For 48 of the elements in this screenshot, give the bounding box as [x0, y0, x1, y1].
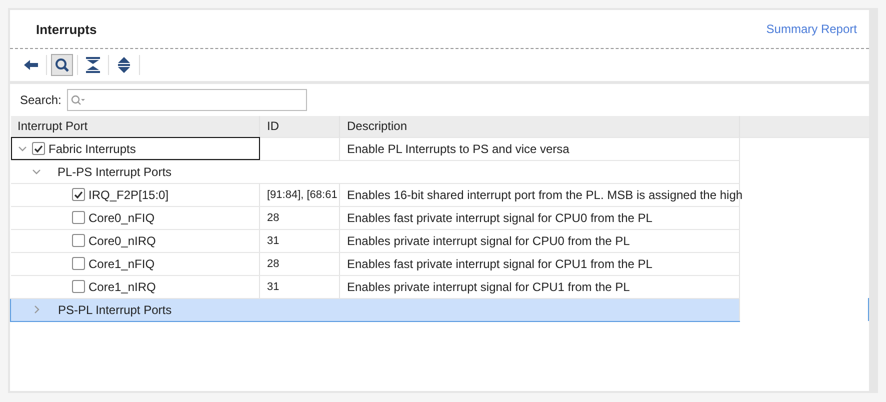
id-cell: [91:84], [68:61 — [260, 183, 340, 206]
tree-row[interactable]: Fabric Interrupts Enable PL Interrupts to PS and vice versa — [10, 137, 868, 160]
chevron-down-icon[interactable] — [32, 168, 41, 174]
search-icon — [55, 58, 69, 72]
checkbox[interactable] — [72, 257, 84, 270]
description-cell: Enables fast private interrupt signal for CPU1 from the PL — [340, 252, 740, 275]
checkbox[interactable] — [72, 234, 84, 247]
id-cell: 28 — [260, 206, 340, 229]
search-toggle-button[interactable] — [51, 54, 73, 76]
expand-all-icon — [118, 57, 130, 73]
column-header[interactable]: Description — [340, 116, 740, 137]
panel-title: Interrupts — [36, 22, 97, 36]
summary-report-link[interactable]: Summary Report — [766, 22, 857, 36]
chevron-right-icon[interactable] — [34, 305, 40, 314]
port-name: IRQ_F2P[15:0] — [88, 188, 169, 202]
description-cell: Enables 16-bit shared interrupt port from the PL. MSB is assigned the high — [340, 183, 740, 206]
collapse-all-icon — [86, 57, 100, 73]
checkbox[interactable] — [72, 280, 84, 293]
checkbox[interactable] — [72, 188, 84, 201]
checkbox[interactable] — [72, 211, 84, 224]
tree-row[interactable]: Core1_nIRQ 31 Enables private interrupt signal for CPU1 from the PL — [10, 275, 868, 298]
checkbox[interactable] — [32, 142, 44, 155]
tree-row[interactable]: Core1_nFIQ 28 Enables fast private interrupt signal for CPU1 from the PL — [10, 252, 868, 275]
column-header[interactable]: Interrupt Port — [10, 116, 260, 137]
chevron-down-icon[interactable] — [18, 146, 27, 152]
port-name: PS-PL Interrupt Ports — [58, 302, 172, 316]
column-header[interactable]: ID — [260, 116, 340, 137]
description-cell: Enables private interrupt signal for CPU0 from the PL — [340, 229, 740, 252]
search-field[interactable] — [67, 89, 308, 111]
search-icon — [71, 95, 86, 105]
port-name: Core0_nFIQ — [88, 210, 155, 224]
port-name: Core0_nIRQ — [88, 234, 156, 248]
id-cell: 31 — [260, 275, 340, 298]
description-cell: Enables private interrupt signal for CPU1 from the PL — [340, 275, 740, 298]
port-name: Core1_nIRQ — [88, 280, 156, 294]
tree-row[interactable]: PL-PS Interrupt Ports — [10, 160, 868, 183]
id-cell: 31 — [260, 229, 340, 252]
port-name: Fabric Interrupts — [48, 142, 136, 156]
description-cell: Enable PL Interrupts to PS and vice versa — [340, 137, 740, 160]
id-cell: 28 — [260, 252, 340, 275]
port-name: PL-PS Interrupt Ports — [58, 164, 172, 178]
tree-row[interactable]: IRQ_F2P[15:0] [91:84], [68:61 Enables 16-bit shared interrupt port from the PL. MSB is assigned the high — [10, 183, 868, 206]
tree-row[interactable]: Core0_nIRQ 31 Enables private interrupt signal for CPU0 from the PL — [10, 229, 868, 252]
description-cell: Enables fast private interrupt signal for CPU0 from the PL — [340, 206, 740, 229]
tree-row[interactable]: Core0_nFIQ 28 Enables fast private interrupt signal for CPU0 from the PL — [10, 206, 868, 229]
back-arrow-icon — [24, 60, 38, 70]
port-name: Core1_nFIQ — [88, 256, 155, 270]
search-label: Search: — [20, 93, 62, 107]
